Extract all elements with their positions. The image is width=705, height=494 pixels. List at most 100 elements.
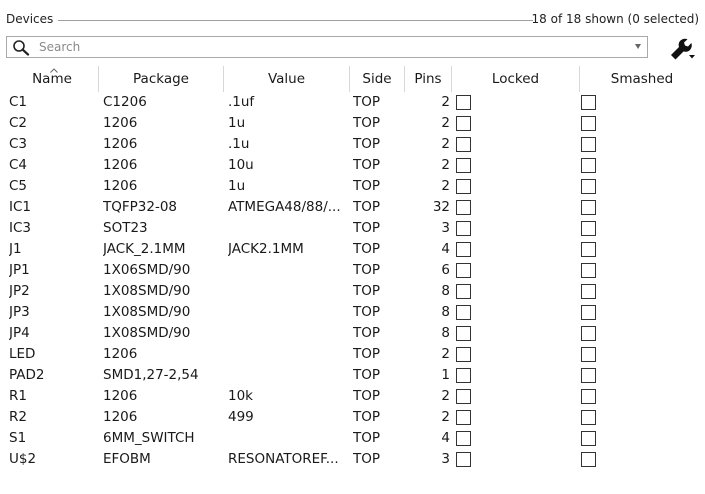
locked-checkbox[interactable] bbox=[456, 452, 471, 467]
package-cell: 1X08SMD/90 bbox=[103, 283, 191, 299]
pins-cell: 2 bbox=[441, 136, 450, 152]
pins-cell: 3 bbox=[441, 451, 450, 467]
locked-checkbox[interactable] bbox=[456, 410, 471, 425]
value-cell: 499 bbox=[228, 409, 254, 425]
table-row[interactable]: C3 1206 .1u TOP 2 bbox=[6, 134, 705, 155]
table-row[interactable]: IC1 TQFP32-08 ATMEGA48/88/... TOP 32 bbox=[6, 197, 705, 218]
search-input[interactable] bbox=[39, 39, 629, 55]
smashed-checkbox[interactable] bbox=[581, 431, 596, 446]
group-title: Devices bbox=[6, 12, 58, 26]
smashed-checkbox[interactable] bbox=[581, 305, 596, 320]
pins-cell: 2 bbox=[441, 115, 450, 131]
device-name-cell: JP1 bbox=[9, 262, 30, 278]
side-cell: TOP bbox=[353, 94, 381, 110]
table-row[interactable]: JP4 1X08SMD/90 TOP 8 bbox=[6, 323, 705, 344]
locked-checkbox[interactable] bbox=[456, 347, 471, 362]
chevron-down-icon[interactable] bbox=[635, 44, 641, 49]
column-label-name: Name bbox=[32, 71, 72, 87]
smashed-checkbox[interactable] bbox=[581, 116, 596, 131]
package-cell: 1206 bbox=[103, 388, 138, 404]
smashed-checkbox[interactable] bbox=[581, 368, 596, 383]
device-name-cell: C2 bbox=[9, 115, 28, 131]
device-name-cell: C3 bbox=[9, 136, 28, 152]
smashed-checkbox[interactable] bbox=[581, 221, 596, 236]
device-name-cell: JP2 bbox=[9, 283, 30, 299]
pins-cell: 1 bbox=[441, 367, 450, 383]
wrench-icon[interactable] bbox=[668, 36, 696, 60]
table-row[interactable]: U$2 EFOBM RESONATOREF... TOP 3 bbox=[6, 449, 705, 470]
column-header-pins[interactable]: Pins bbox=[405, 66, 452, 92]
smashed-checkbox[interactable] bbox=[581, 137, 596, 152]
value-cell: 10u bbox=[228, 157, 254, 173]
table-row[interactable]: R2 1206 499 TOP 2 bbox=[6, 407, 705, 428]
smashed-checkbox[interactable] bbox=[581, 410, 596, 425]
locked-checkbox[interactable] bbox=[456, 95, 471, 110]
side-cell: TOP bbox=[353, 325, 381, 341]
package-cell: 1X08SMD/90 bbox=[103, 304, 191, 320]
table-row[interactable]: C4 1206 10u TOP 2 bbox=[6, 155, 705, 176]
value-cell: 1u bbox=[228, 178, 246, 194]
locked-checkbox[interactable] bbox=[456, 158, 471, 173]
locked-checkbox[interactable] bbox=[456, 137, 471, 152]
value-cell bbox=[228, 323, 352, 344]
column-header-side[interactable]: Side bbox=[350, 66, 405, 92]
side-cell: TOP bbox=[353, 220, 381, 236]
locked-checkbox[interactable] bbox=[456, 389, 471, 404]
smashed-checkbox[interactable] bbox=[581, 263, 596, 278]
smashed-checkbox[interactable] bbox=[581, 452, 596, 467]
smashed-checkbox[interactable] bbox=[581, 347, 596, 362]
locked-checkbox[interactable] bbox=[456, 200, 471, 215]
package-cell: 1206 bbox=[103, 115, 138, 131]
table-row[interactable]: C1 C1206 .1uf TOP 2 bbox=[6, 92, 705, 113]
smashed-checkbox[interactable] bbox=[581, 389, 596, 404]
table-row[interactable]: C2 1206 1u TOP 2 bbox=[6, 113, 705, 134]
table-row[interactable]: JP2 1X08SMD/90 TOP 8 bbox=[6, 281, 705, 302]
package-cell: TQFP32-08 bbox=[103, 199, 178, 215]
locked-checkbox[interactable] bbox=[456, 221, 471, 236]
side-cell: TOP bbox=[353, 409, 381, 425]
smashed-checkbox[interactable] bbox=[581, 200, 596, 215]
table-row[interactable]: LED 1206 TOP 2 bbox=[6, 344, 705, 365]
table-row[interactable]: J1 JACK_2.1MM JACK2.1MM TOP 4 bbox=[6, 239, 705, 260]
column-header-smashed[interactable]: Smashed bbox=[580, 66, 704, 92]
smashed-checkbox[interactable] bbox=[581, 242, 596, 257]
pins-cell: 32 bbox=[432, 199, 450, 215]
pins-cell: 2 bbox=[441, 178, 450, 194]
device-name-cell: R1 bbox=[9, 388, 27, 404]
table-row[interactable]: JP1 1X06SMD/90 TOP 6 bbox=[6, 260, 705, 281]
value-cell: 10k bbox=[228, 388, 253, 404]
locked-checkbox[interactable] bbox=[456, 368, 471, 383]
side-cell: TOP bbox=[353, 115, 381, 131]
locked-checkbox[interactable] bbox=[456, 431, 471, 446]
locked-checkbox[interactable] bbox=[456, 116, 471, 131]
column-label-side: Side bbox=[362, 71, 392, 87]
table-row[interactable]: S1 6MM_SWITCH TOP 4 bbox=[6, 428, 705, 449]
side-cell: TOP bbox=[353, 178, 381, 194]
locked-checkbox[interactable] bbox=[456, 179, 471, 194]
smashed-checkbox[interactable] bbox=[581, 326, 596, 341]
table-row[interactable]: IC3 SOT23 TOP 3 bbox=[6, 218, 705, 239]
column-header-locked[interactable]: Locked bbox=[452, 66, 580, 92]
column-header-value[interactable]: Value bbox=[224, 66, 350, 92]
column-label-value: Value bbox=[267, 71, 306, 87]
side-cell: TOP bbox=[353, 346, 381, 362]
smashed-checkbox[interactable] bbox=[581, 179, 596, 194]
table-row[interactable]: R1 1206 10k TOP 2 bbox=[6, 386, 705, 407]
column-header-package[interactable]: Package bbox=[99, 66, 224, 92]
smashed-checkbox[interactable] bbox=[581, 158, 596, 173]
smashed-checkbox[interactable] bbox=[581, 284, 596, 299]
column-label-smashed: Smashed bbox=[610, 71, 674, 87]
column-header-name[interactable]: Name bbox=[6, 66, 99, 92]
locked-checkbox[interactable] bbox=[456, 284, 471, 299]
search-combobox[interactable] bbox=[6, 36, 648, 58]
locked-checkbox[interactable] bbox=[456, 263, 471, 278]
locked-checkbox[interactable] bbox=[456, 242, 471, 257]
table-row[interactable]: PAD2 SMD1,27-2,54 TOP 1 bbox=[6, 365, 705, 386]
pins-cell: 2 bbox=[441, 388, 450, 404]
table-row[interactable]: JP3 1X08SMD/90 TOP 8 bbox=[6, 302, 705, 323]
table-row[interactable]: C5 1206 1u TOP 2 bbox=[6, 176, 705, 197]
locked-checkbox[interactable] bbox=[456, 305, 471, 320]
pins-cell: 4 bbox=[441, 430, 450, 446]
smashed-checkbox[interactable] bbox=[581, 95, 596, 110]
locked-checkbox[interactable] bbox=[456, 326, 471, 341]
